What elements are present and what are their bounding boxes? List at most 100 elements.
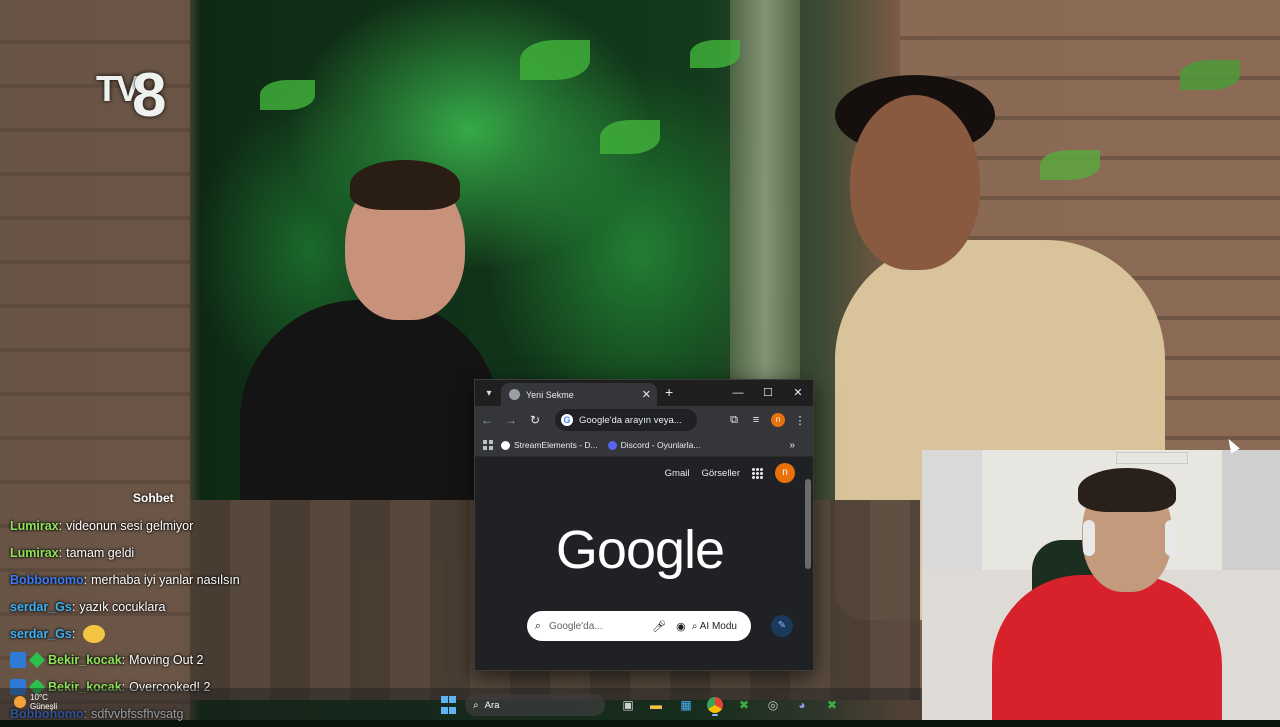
search-placeholder[interactable]: Google'da... bbox=[549, 621, 648, 632]
chat-text: Moving Out 2 bbox=[129, 653, 204, 668]
tab-search-chevron-down-icon[interactable]: ▾ bbox=[479, 383, 499, 403]
discord-taskbar-icon[interactable]: ◕ bbox=[792, 695, 812, 715]
bookmark-streamelements[interactable]: StreamElements - D... bbox=[501, 440, 598, 450]
taskbar-search[interactable]: ⌕ Ara bbox=[465, 694, 605, 716]
headphone-right bbox=[1165, 520, 1177, 556]
bookmark-label: Discord - Oyunlarla... bbox=[620, 440, 701, 450]
chat-text: merhaba iyi yanlar nasılsın bbox=[91, 572, 240, 587]
chat-username[interactable]: Bekir_kocak bbox=[48, 653, 122, 667]
browser-window[interactable]: ▾ Yeni Sekme ✕ + — ☐ ✕ ← → ↻ G Google'da… bbox=[474, 379, 814, 671]
page-scrollbar[interactable] bbox=[805, 459, 811, 647]
omnibox-text: Google'da arayın veya... bbox=[579, 414, 682, 426]
leaf bbox=[520, 40, 590, 80]
person-right-head bbox=[850, 95, 980, 270]
streamer-body bbox=[992, 575, 1222, 720]
xbox-game-bar-icon[interactable]: ✖ bbox=[822, 695, 842, 715]
chat-message: Lumirax: videonun sesi gelmiyor bbox=[10, 513, 480, 540]
tab-new-tab[interactable]: Yeni Sekme ✕ bbox=[501, 383, 657, 406]
omnibox[interactable]: G Google'da arayın veya... bbox=[555, 409, 697, 431]
close-icon[interactable]: ✕ bbox=[783, 380, 813, 406]
bookmarks-bar: StreamElements - D... Discord - Oyunlarl… bbox=[475, 434, 813, 457]
taskbar-search-label: Ara bbox=[484, 699, 500, 711]
chat-separator: : bbox=[71, 626, 76, 641]
google-header-links: Gmail Görseller n bbox=[665, 463, 795, 483]
chat-message: Bobbonomo: merhaba iyi yanlar nasılsın bbox=[10, 567, 480, 594]
chat-message: Bekir_kocak: Moving Out 2 bbox=[10, 647, 480, 674]
picture-frame bbox=[1116, 452, 1188, 464]
chrome-active-indicator bbox=[712, 714, 718, 716]
leaf bbox=[690, 40, 740, 68]
google-search-box[interactable]: ⌕ Google'da... 🎤︎ ◉ ⌕ AI Modu bbox=[527, 611, 751, 641]
xbox-icon[interactable]: ✖ bbox=[734, 695, 754, 715]
bookmarks-overflow-icon[interactable]: » bbox=[789, 440, 795, 451]
extensions-puzzle-icon[interactable]: ⧉ bbox=[727, 414, 741, 427]
chat-separator: : bbox=[83, 572, 88, 587]
search-icon: ⌕ bbox=[473, 699, 479, 711]
kebab-menu-icon[interactable]: ⋮ bbox=[793, 414, 807, 427]
start-windows-icon[interactable] bbox=[438, 695, 458, 715]
bookmark-discord[interactable]: Discord - Oyunlarla... bbox=[607, 440, 701, 450]
chat-username[interactable]: serdar_Gs bbox=[10, 627, 72, 641]
chat-separator: : bbox=[58, 519, 63, 534]
customize-pencil-icon[interactable]: ✎ bbox=[771, 615, 793, 637]
chat-username[interactable]: Lumirax bbox=[10, 546, 59, 560]
tv8-logo: TV 8 bbox=[96, 61, 176, 130]
google-lens-icon[interactable]: ◉ bbox=[670, 620, 692, 633]
microphone-icon[interactable]: 🎤︎ bbox=[648, 620, 670, 633]
chat-username[interactable]: Bobbonomo bbox=[10, 573, 84, 587]
weather-desc: Güneşli bbox=[30, 702, 58, 711]
images-link[interactable]: Görseller bbox=[701, 468, 740, 479]
gmail-link[interactable]: Gmail bbox=[665, 468, 690, 479]
chat-text: videonun sesi gelmiyor bbox=[66, 519, 194, 534]
chat-message: serdar_Gs: bbox=[10, 620, 480, 647]
chat-separator: : bbox=[58, 546, 63, 561]
headphone-left bbox=[1083, 520, 1095, 556]
reload-icon[interactable]: ↻ bbox=[523, 413, 547, 427]
maximize-icon[interactable]: ☐ bbox=[753, 380, 783, 406]
media-controls-icon[interactable]: ≡ bbox=[749, 414, 763, 426]
sub-badge-icon bbox=[28, 652, 46, 669]
chat-message: serdar_Gs: yazık cocuklara bbox=[10, 593, 480, 620]
browser-titlebar[interactable]: ▾ Yeni Sekme ✕ + — ☐ ✕ bbox=[475, 380, 813, 406]
leaf bbox=[1180, 60, 1240, 90]
chat-username[interactable]: serdar_Gs bbox=[10, 600, 72, 614]
sun-icon bbox=[14, 696, 26, 708]
task-view-icon[interactable]: ▣ bbox=[618, 695, 638, 715]
chrome-icon[interactable] bbox=[705, 695, 725, 715]
streamelements-icon bbox=[501, 440, 510, 450]
leaf bbox=[600, 120, 660, 154]
weather-widget[interactable]: 10°C Güneşli bbox=[14, 693, 57, 711]
new-tab-page: Gmail Görseller n Google ⌕ Google'da... … bbox=[475, 457, 813, 649]
tab-close-icon[interactable]: ✕ bbox=[642, 388, 651, 401]
leaf bbox=[260, 80, 315, 110]
google-apps-icon[interactable] bbox=[752, 467, 763, 479]
file-explorer-icon[interactable]: ▬ bbox=[646, 695, 666, 715]
chat-separator: : bbox=[121, 653, 126, 668]
microsoft-store-icon[interactable]: ▦ bbox=[676, 695, 696, 715]
apps-grid-icon[interactable] bbox=[483, 440, 493, 450]
prime-badge-icon bbox=[10, 652, 26, 669]
webcam-overlay bbox=[922, 450, 1280, 720]
chat-message: Lumirax: tamam geldi bbox=[10, 540, 480, 567]
forward-arrow-icon[interactable]: → bbox=[499, 413, 523, 427]
chat-separator: : bbox=[71, 599, 76, 614]
google-g-icon: G bbox=[561, 414, 573, 426]
chat-username[interactable]: Lumirax bbox=[10, 519, 59, 533]
back-arrow-icon[interactable]: ← bbox=[475, 413, 499, 427]
leaf bbox=[1040, 150, 1100, 180]
minimize-icon[interactable]: — bbox=[723, 380, 753, 406]
chat-text: tamam geldi bbox=[66, 546, 135, 561]
person-left-hair bbox=[350, 160, 460, 210]
chat-text: yazık cocuklara bbox=[79, 599, 166, 614]
ai-mode-button[interactable]: ⌕ AI Modu bbox=[692, 621, 737, 632]
steam-icon[interactable]: ◎ bbox=[763, 695, 783, 715]
profile-avatar-small[interactable]: n bbox=[771, 413, 785, 427]
discord-icon bbox=[607, 440, 617, 450]
taskbar bbox=[0, 688, 922, 720]
tab-title: Yeni Sekme bbox=[526, 389, 574, 400]
chrome-tab-icon bbox=[509, 389, 520, 400]
profile-avatar[interactable]: n bbox=[775, 463, 795, 483]
new-tab-plus-icon[interactable]: + bbox=[665, 384, 673, 400]
google-logo: Google bbox=[555, 520, 725, 580]
search-icon: ⌕ bbox=[534, 619, 542, 632]
